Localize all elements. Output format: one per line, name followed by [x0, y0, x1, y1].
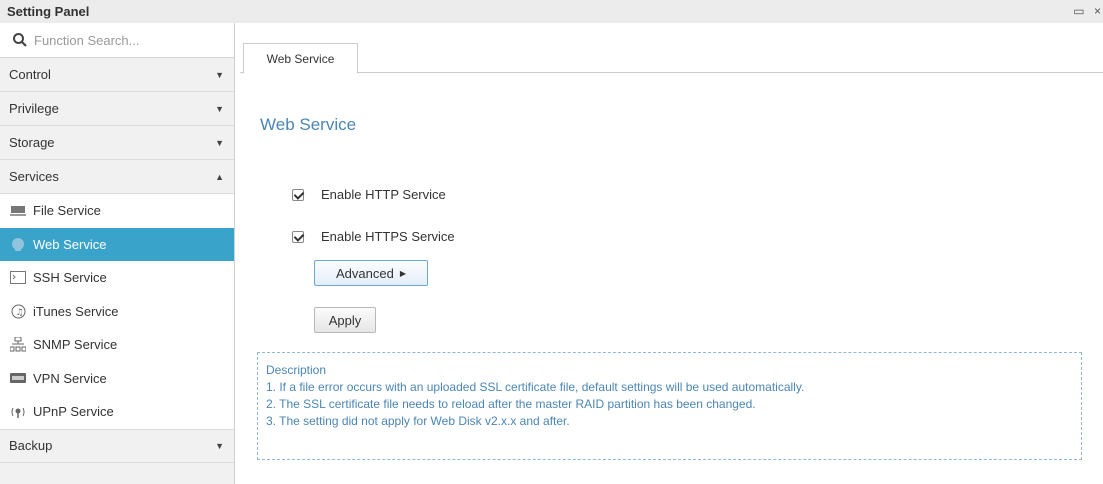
sidebar-item-vpn-service[interactable]: VPN Service	[0, 361, 234, 395]
description-box: Description 1. If a file error occurs wi…	[257, 352, 1082, 460]
sidebar-item-web-service[interactable]: Web Service	[0, 227, 234, 261]
search-icon	[13, 33, 27, 47]
caret-right-icon: ▶	[399, 268, 406, 278]
description-line: 1. If a file error occurs with an upload…	[266, 380, 805, 394]
sidebar-item-label: VPN Service	[33, 370, 107, 386]
sidebar-category-storage[interactable]: Storage ▼	[0, 126, 234, 160]
folder-icon	[10, 204, 26, 218]
category-label: Services	[9, 169, 59, 184]
sidebar-item-label: iTunes Service	[33, 303, 119, 319]
description-heading: Description	[266, 363, 327, 377]
sidebar-item-file-service[interactable]: File Service	[0, 194, 234, 228]
upnp-icon	[10, 405, 26, 419]
sidebar: Control ▼ Privilege ▼ Storage ▼ Services…	[0, 23, 235, 484]
sidebar-item-ssh-service[interactable]: SSH Service	[0, 261, 234, 295]
category-label: Control	[9, 67, 51, 82]
advanced-label: Advanced	[336, 265, 394, 281]
tab-bar: Web Service	[240, 43, 1103, 74]
https-service-label: Enable HTTPS Service	[321, 229, 455, 244]
sidebar-item-upnp-service[interactable]: UPnP Service	[0, 395, 234, 429]
sidebar-item-itunes-service[interactable]: ♫ iTunes Service	[0, 294, 234, 328]
chevron-up-icon: ▲	[215, 171, 224, 182]
sidebar-item-label: Web Service	[33, 236, 107, 252]
sidebar-category-control[interactable]: Control ▼	[0, 58, 234, 92]
http-service-label: Enable HTTP Service	[321, 187, 446, 202]
sidebar-item-label: SNMP Service	[33, 337, 118, 353]
http-service-checkbox[interactable]	[292, 188, 304, 201]
music-icon: ♫	[10, 304, 26, 319]
title-bar: Setting Panel ▭ ×	[0, 0, 1103, 23]
https-service-row: Enable HTTPS Service	[292, 229, 455, 244]
search-box	[0, 23, 234, 58]
sidebar-item-label: File Service	[33, 203, 101, 219]
http-service-row: Enable HTTP Service	[292, 187, 446, 202]
description-line: 2. The SSL certificate file needs to rel…	[266, 397, 756, 411]
sidebar-item-label: SSH Service	[33, 270, 107, 286]
page-title: Web Service	[260, 115, 357, 134]
close-button[interactable]: ×	[1094, 4, 1101, 18]
network-icon	[10, 337, 26, 352]
sidebar-item-snmp-service[interactable]: SNMP Service	[0, 328, 234, 362]
window-controls: ▭ ×	[1067, 4, 1101, 18]
sidebar-category-services[interactable]: Services ▲	[0, 160, 234, 194]
chevron-down-icon: ▼	[215, 69, 224, 80]
chevron-down-icon: ▼	[215, 137, 224, 148]
chevron-down-icon: ▼	[215, 440, 224, 451]
category-label: Privilege	[9, 101, 59, 116]
window-title: Setting Panel	[7, 4, 90, 19]
svg-text:♫: ♫	[15, 308, 23, 318]
category-label: Storage	[9, 135, 55, 150]
category-label: Backup	[9, 438, 53, 453]
search-input[interactable]	[34, 32, 214, 48]
description-line: 3. The setting did not apply for Web Dis…	[266, 414, 570, 428]
terminal-icon	[10, 271, 26, 285]
vpn-icon	[10, 371, 26, 385]
globe-icon	[10, 237, 26, 252]
sidebar-item-label: UPnP Service	[33, 404, 114, 420]
tab-web-service[interactable]: Web Service	[243, 43, 358, 74]
https-service-checkbox[interactable]	[292, 230, 304, 243]
main-panel: Web Service Web Service Enable HTTP Serv…	[240, 23, 1103, 484]
sidebar-category-backup[interactable]: Backup ▼	[0, 428, 234, 463]
sidebar-category-privilege[interactable]: Privilege ▼	[0, 92, 234, 126]
advanced-button[interactable]: Advanced ▶	[314, 260, 428, 286]
maximize-button[interactable]: ▭	[1073, 4, 1084, 18]
chevron-down-icon: ▼	[215, 103, 224, 114]
apply-button[interactable]: Apply	[314, 307, 376, 333]
